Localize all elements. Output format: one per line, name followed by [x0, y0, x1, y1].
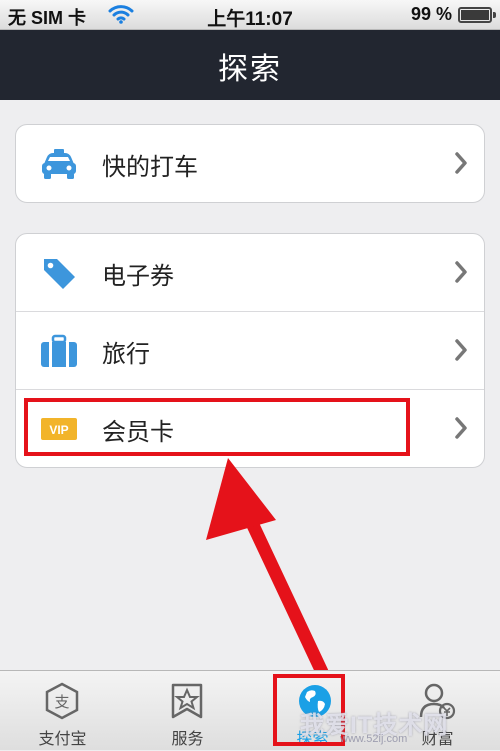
chevron-right-icon: [455, 417, 467, 439]
taxi-group: 快的打车: [15, 124, 485, 203]
svg-text:支: 支: [54, 693, 69, 711]
battery-icon: [458, 7, 496, 23]
tab-label: 服务: [171, 731, 204, 748]
tab-services[interactable]: 服务: [125, 671, 250, 751]
services-group: 电子券 旅行 VIP 会员卡: [15, 233, 485, 468]
tab-explore[interactable]: 探索: [250, 671, 375, 751]
row-label: 快的打车: [102, 154, 198, 181]
star-icon: [171, 683, 203, 719]
page-title: 探索: [218, 53, 282, 86]
vip-card-text: VIP: [49, 423, 68, 437]
chevron-right-icon: [455, 261, 467, 283]
row-travel[interactable]: 旅行: [16, 312, 484, 390]
tab-label: 探索: [296, 731, 329, 748]
battery-percent: 99 %: [410, 4, 452, 24]
taxi-icon: [42, 149, 76, 179]
tab-label: 支付宝: [38, 731, 87, 748]
row-coupon[interactable]: 电子券: [16, 234, 484, 312]
row-member-card[interactable]: VIP 会员卡: [16, 390, 484, 467]
tab-alipay[interactable]: 支 支付宝: [0, 671, 125, 751]
tab-wealth[interactable]: 财富: [375, 671, 500, 751]
globe-icon: [299, 685, 331, 717]
row-kuaidi-taxi[interactable]: 快的打车: [16, 125, 484, 202]
coupon-tag-icon: [44, 259, 75, 289]
tab-bar: 支 支付宝 服务 探索 财富: [0, 670, 500, 750]
tab-label: 财富: [421, 731, 454, 748]
row-label: 会员卡: [102, 419, 174, 446]
nav-bar: 探索: [0, 30, 500, 100]
chevron-right-icon: [455, 152, 467, 174]
luggage-icon: [41, 334, 77, 367]
row-label: 电子券: [102, 263, 174, 290]
row-label: 旅行: [102, 341, 150, 368]
wealth-icon: [419, 683, 456, 720]
status-bar: 无 SIM 卡 上午11:07 99 %: [0, 0, 500, 30]
chevron-right-icon: [455, 339, 467, 361]
vip-card-icon: VIP: [41, 418, 77, 440]
alipay-icon: 支: [45, 682, 79, 720]
